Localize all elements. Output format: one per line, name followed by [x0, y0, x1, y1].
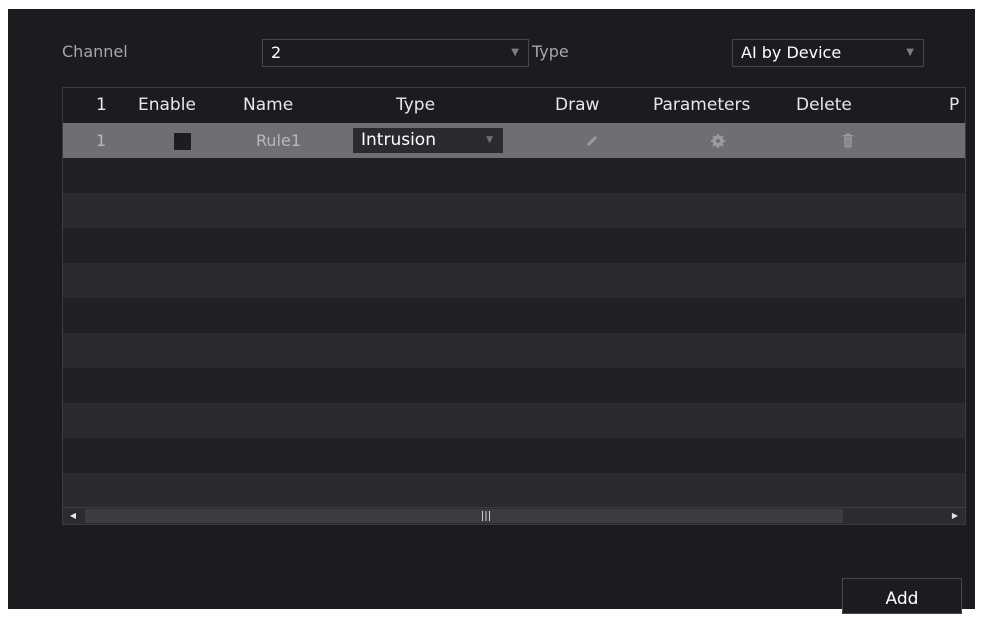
grip-icon: [482, 511, 490, 521]
table-row-empty: [63, 193, 965, 228]
table-row-empty: [63, 473, 965, 508]
table-row-empty: [63, 228, 965, 263]
column-header-delete[interactable]: Delete: [796, 88, 852, 123]
column-header-parameters[interactable]: Parameters: [653, 88, 750, 123]
type-filter-select[interactable]: AI by Device ▼: [732, 39, 924, 67]
scroll-right-icon[interactable]: ▶: [947, 508, 963, 524]
rules-table: 1 Enable Name Type Draw Parameters Delet…: [62, 87, 966, 525]
row-name: Rule1: [256, 131, 302, 150]
column-header-index[interactable]: 1: [96, 88, 107, 123]
column-header-draw[interactable]: Draw: [555, 88, 599, 123]
enable-checkbox[interactable]: [174, 133, 191, 150]
scrollbar-thumb[interactable]: [85, 509, 843, 523]
column-header-type[interactable]: Type: [396, 88, 435, 123]
table-row-empty: [63, 403, 965, 438]
chevron-down-icon: ▼: [486, 135, 493, 145]
chevron-down-icon: ▼: [511, 47, 519, 58]
column-header-truncated[interactable]: P: [949, 88, 959, 123]
table-row-empty: [63, 438, 965, 473]
type-label: Type: [532, 42, 569, 61]
gear-icon[interactable]: [709, 132, 727, 150]
column-header-enable[interactable]: Enable: [138, 88, 196, 123]
trash-icon[interactable]: [839, 132, 857, 150]
table-row-empty: [63, 158, 965, 193]
horizontal-scrollbar[interactable]: ◀ ▶: [63, 507, 965, 524]
rule-config-panel: Channel 2 ▼ Type AI by Device ▼ 1 Enable…: [8, 9, 975, 614]
table-row-empty: [63, 368, 965, 403]
filter-row: Channel 2 ▼ Type AI by Device ▼: [8, 9, 975, 99]
channel-label: Channel: [62, 42, 128, 61]
column-header-name[interactable]: Name: [243, 88, 293, 123]
channel-select-value: 2: [271, 43, 282, 62]
table-header: 1 Enable Name Type Draw Parameters Delet…: [63, 88, 965, 123]
type-filter-select-value: AI by Device: [741, 43, 842, 62]
row-type-select[interactable]: Intrusion ▼: [353, 128, 503, 153]
row-index: 1: [96, 131, 107, 150]
table-row-empty: [63, 263, 965, 298]
row-type-select-value: Intrusion: [361, 130, 436, 150]
table-row-empty: [63, 298, 965, 333]
table-row[interactable]: 1 Rule1 Intrusion ▼: [63, 123, 965, 158]
chevron-down-icon: ▼: [906, 47, 914, 58]
channel-select[interactable]: 2 ▼: [262, 39, 529, 67]
table-row-empty: [63, 333, 965, 368]
scroll-left-icon[interactable]: ◀: [65, 508, 81, 524]
pencil-icon[interactable]: [583, 132, 601, 150]
